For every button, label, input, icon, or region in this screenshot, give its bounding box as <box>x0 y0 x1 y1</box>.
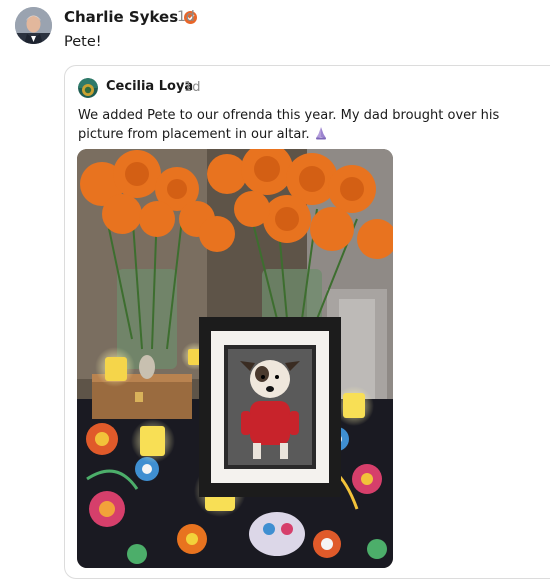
author-avatar-image <box>15 7 52 44</box>
quoted-post-text: We added Pete to our ofrenda this year. … <box>78 106 538 144</box>
quoted-post-timestamp[interactable]: 1d <box>184 80 201 95</box>
quoted-post-card[interactable]: Cecilia Loya 1d We added Pete to our ofr… <box>64 65 550 579</box>
quoted-avatar-image <box>78 78 98 98</box>
author-name-text: Charlie Sykes <box>64 8 179 26</box>
ofrenda-photo-image <box>77 149 393 568</box>
ofrenda-photo[interactable] <box>77 149 393 568</box>
quoted-post-text-body: We added Pete to our ofrenda this year. … <box>78 108 500 142</box>
quoted-author-avatar[interactable] <box>78 78 98 98</box>
author-avatar[interactable] <box>15 7 52 44</box>
post-timestamp[interactable]: 1d <box>177 9 195 25</box>
praying-hands-icon <box>315 127 326 140</box>
quoted-author-name[interactable]: Cecilia Loya <box>106 79 193 94</box>
post-text: Pete! <box>64 34 102 50</box>
